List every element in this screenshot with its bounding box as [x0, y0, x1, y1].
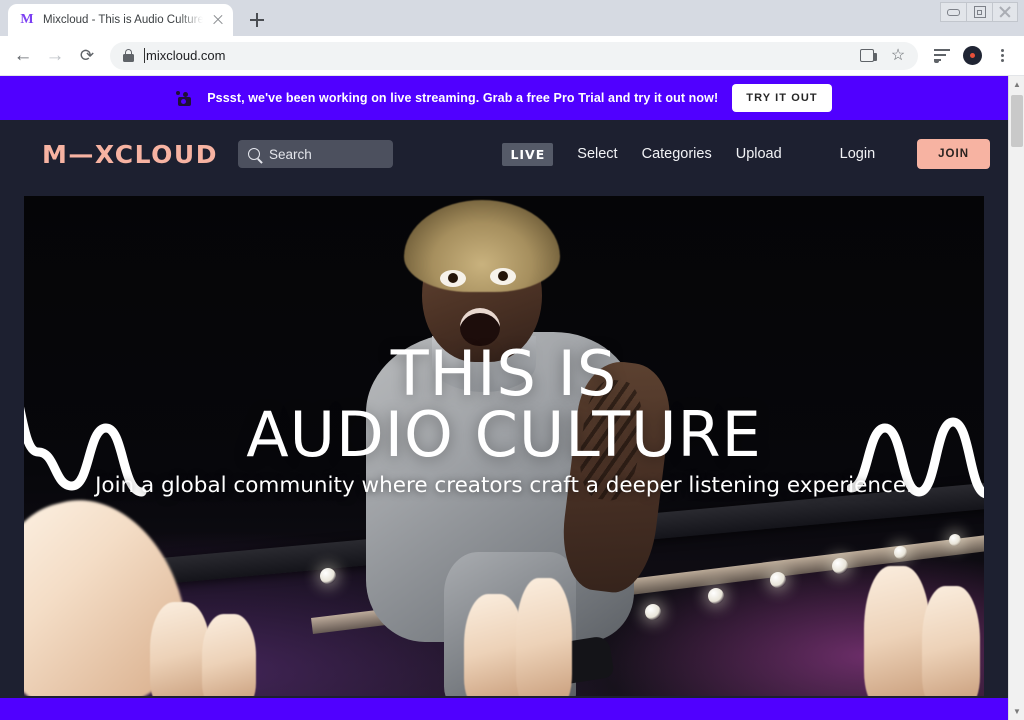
tab-title: Mixcloud - This is Audio Culture: [43, 14, 203, 26]
hero-copy: THIS IS AUDIO CULTURE Join a global comm…: [24, 337, 984, 500]
hero-headline-line2: AUDIO CULTURE: [246, 397, 762, 471]
crowd-hand: [864, 566, 930, 696]
promo-text: Pssst, we've been working on live stream…: [207, 91, 719, 105]
mixcloud-logo[interactable]: M—XCLOUD: [42, 140, 218, 169]
scroll-down-icon: ▼: [1013, 706, 1021, 716]
site-header: M—XCLOUD Search LIVE Select Categories U…: [0, 120, 1008, 188]
new-tab-button[interactable]: [243, 6, 271, 34]
bookmark-star-icon[interactable]: ☆: [884, 42, 912, 70]
live-stream-camera-icon: [176, 90, 193, 106]
back-arrow-icon: ←: [13, 45, 33, 66]
hero-photo: THIS IS AUDIO CULTURE Join a global comm…: [24, 196, 984, 696]
forward-arrow-icon: →: [45, 45, 65, 66]
crowd-hand: [464, 594, 524, 696]
close-window-button[interactable]: [992, 2, 1018, 22]
mixcloud-m-favicon: M: [20, 12, 34, 27]
hero-section: THIS IS AUDIO CULTURE Join a global comm…: [0, 188, 1008, 696]
window-controls: [940, 2, 1018, 22]
scroll-up-icon: ▲: [1013, 79, 1021, 89]
crowd-hand: [150, 602, 210, 696]
minimize-button[interactable]: [940, 2, 966, 22]
try-it-out-button[interactable]: TRY IT OUT: [732, 84, 832, 112]
browser-tab-mixcloud[interactable]: M Mixcloud - This is Audio Culture: [8, 4, 233, 36]
secure-lock-icon: [122, 49, 135, 62]
scrollbar-thumb[interactable]: [1011, 95, 1023, 147]
nav-item-upload[interactable]: Upload: [736, 146, 782, 162]
browser-toolbar: ← → ⟳ mixcloud.com ☆: [0, 36, 1024, 76]
text-caret: [144, 48, 145, 63]
primary-nav: LIVE Select Categories Upload Login JOIN: [502, 139, 990, 169]
vertical-scrollbar[interactable]: ▲ ▼: [1008, 76, 1024, 720]
reading-list-icon[interactable]: [928, 42, 956, 70]
star-glyph: ☆: [890, 46, 906, 64]
profile-avatar-icon[interactable]: [958, 42, 986, 70]
search-input[interactable]: Search: [237, 140, 393, 168]
maximize-button[interactable]: [966, 2, 992, 22]
tab-strip: M Mixcloud - This is Audio Culture: [0, 0, 1024, 36]
login-link[interactable]: Login: [840, 146, 875, 162]
page-viewport: Pssst, we've been working on live stream…: [0, 76, 1024, 720]
nav-item-categories[interactable]: Categories: [642, 146, 712, 162]
live-streaming-promo-banner: Pssst, we've been working on live stream…: [0, 76, 1008, 120]
hero-subheadline: Join a global community where creators c…: [95, 472, 913, 498]
crowd-hand: [516, 578, 572, 696]
browser-window: M Mixcloud - This is Audio Culture ← → ⟳: [0, 0, 1024, 720]
mixcloud-page: Pssst, we've been working on live stream…: [0, 76, 1008, 720]
close-tab-icon[interactable]: [211, 13, 225, 27]
cast-icon[interactable]: [854, 42, 882, 70]
crowd-hand: [922, 586, 980, 696]
forward-button[interactable]: →: [40, 41, 70, 71]
reload-icon: ⟳: [79, 46, 95, 65]
crowd-hand: [202, 614, 256, 696]
chrome-menu-icon[interactable]: [988, 42, 1016, 70]
reload-button[interactable]: ⟳: [72, 41, 102, 71]
address-bar[interactable]: mixcloud.com ☆: [110, 41, 918, 70]
hero-headline-line1: THIS IS: [390, 337, 618, 410]
url-text: mixcloud.com: [146, 48, 226, 63]
nav-item-live[interactable]: LIVE: [502, 142, 554, 166]
scroll-down-button[interactable]: ▼: [1009, 703, 1024, 720]
back-button[interactable]: ←: [8, 41, 38, 71]
scroll-up-button[interactable]: ▲: [1009, 76, 1024, 93]
join-button[interactable]: JOIN: [917, 139, 990, 169]
page-bottom-strip: [0, 698, 1008, 720]
nav-item-select[interactable]: Select: [577, 146, 617, 162]
search-icon: [247, 148, 260, 160]
search-placeholder: Search: [268, 146, 312, 162]
